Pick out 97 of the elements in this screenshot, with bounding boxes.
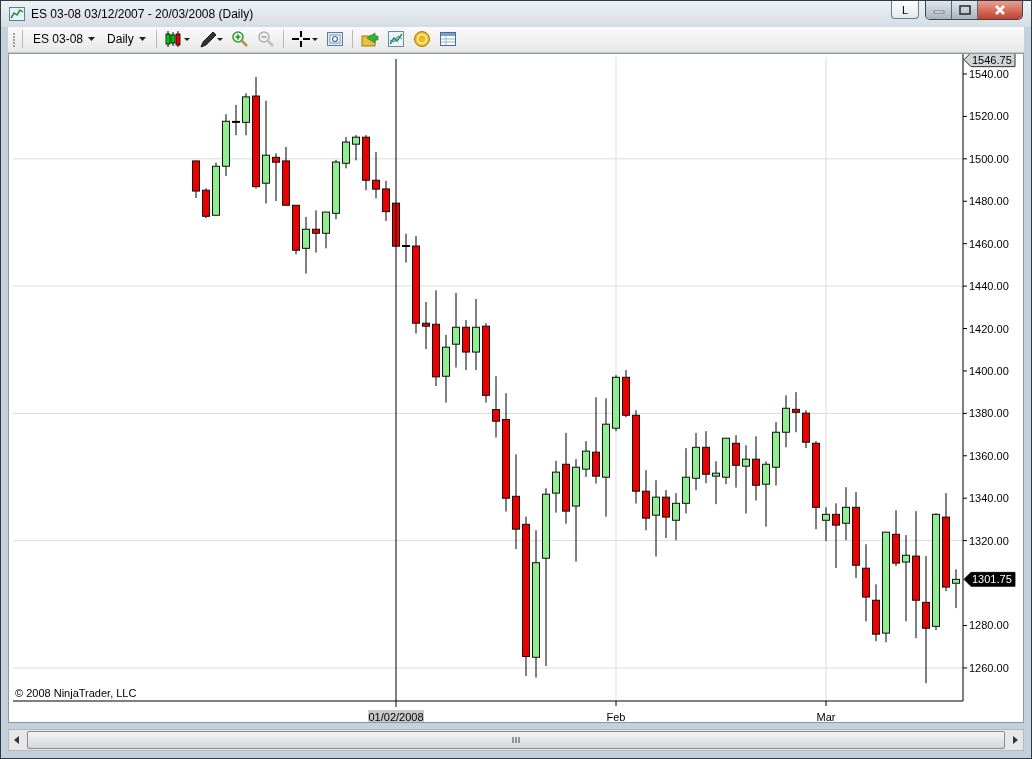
axis-label: 1360.00	[969, 449, 1009, 462]
candlestick	[552, 460, 560, 513]
scrollbar-thumb[interactable]	[27, 731, 1005, 750]
candlestick	[612, 374, 620, 432]
candlestick	[622, 369, 630, 418]
candlestick	[222, 113, 230, 177]
candlestick	[242, 92, 250, 136]
chart-icon	[9, 6, 25, 21]
crosshair-icon[interactable]	[291, 30, 318, 49]
candlestick	[702, 430, 710, 484]
candlestick	[762, 460, 770, 527]
candlestick	[682, 447, 690, 514]
candlestick	[442, 334, 450, 403]
candlestick	[322, 211, 330, 249]
candlestick	[732, 434, 740, 488]
axis-label: 1520.00	[969, 110, 1009, 123]
coin-icon[interactable]	[412, 30, 431, 49]
axis-label: Mar	[816, 710, 836, 723]
candlestick	[712, 460, 720, 505]
axis-label: 1460.00	[969, 237, 1009, 250]
candlestick	[362, 134, 370, 191]
candlestick	[202, 187, 210, 219]
axis-label: 1280.00	[969, 619, 1009, 632]
candlestick	[872, 583, 880, 642]
close-icon	[993, 5, 1007, 15]
link-button[interactable]: L	[891, 1, 919, 19]
candlestick	[282, 146, 290, 206]
price-marker-label: 1546.75	[963, 53, 1016, 67]
candlestick	[892, 509, 900, 567]
toolbar-grip-icon[interactable]	[12, 30, 16, 49]
candlestick	[952, 568, 960, 609]
candlestick	[312, 209, 320, 253]
candlestick	[492, 375, 500, 438]
grip-icon	[511, 737, 521, 744]
candlestick	[642, 469, 650, 531]
candlestick	[582, 440, 590, 478]
caret-icon	[138, 37, 146, 42]
table-icon[interactable]	[438, 30, 457, 49]
candlestick	[352, 134, 360, 161]
candlestick	[742, 444, 750, 514]
candlestick	[382, 180, 390, 222]
horizontal-scrollbar[interactable]	[8, 729, 1024, 751]
candlestick	[272, 152, 280, 202]
axis-label: 1380.00	[969, 407, 1009, 420]
candlestick	[692, 432, 700, 491]
candlestick	[662, 489, 670, 539]
candlestick	[192, 160, 200, 199]
axis-label: 1260.00	[969, 661, 1009, 674]
candlestick	[802, 409, 810, 449]
axis-label: 1400.00	[969, 364, 1009, 377]
pen-icon[interactable]	[198, 30, 223, 49]
crosshair-date-label: 01/02/2008	[368, 709, 424, 723]
instrument-dropdown[interactable]: ES 03-08	[29, 30, 100, 49]
candlestick	[752, 435, 760, 501]
zoom-in-icon[interactable]	[230, 30, 249, 49]
candlestick	[422, 301, 430, 350]
candlestick	[402, 233, 410, 263]
interval-dropdown[interactable]: Daily	[103, 30, 150, 49]
copyright-text: © 2008 NinjaTrader, LLC	[15, 686, 137, 699]
line-chart-icon[interactable]	[386, 30, 405, 49]
candlestick	[332, 159, 340, 220]
candlestick	[462, 319, 470, 371]
candlestick	[722, 437, 730, 485]
axis-label: 1440.00	[969, 279, 1009, 292]
axis-label: 1540.00	[969, 67, 1009, 80]
axis-label: 1320.00	[969, 534, 1009, 547]
axis-label: Feb	[606, 710, 626, 723]
candlestick	[232, 104, 240, 136]
candlestick	[212, 162, 220, 216]
axis-label: 1340.00	[969, 492, 1009, 505]
axis-label: 1420.00	[969, 322, 1009, 335]
close-button[interactable]	[978, 1, 1022, 19]
folder-arrow-icon[interactable]	[360, 30, 379, 49]
maximize-button[interactable]	[952, 1, 978, 19]
axis-label: 1500.00	[969, 152, 1009, 165]
candlestick	[792, 391, 800, 433]
candlestick	[292, 204, 300, 255]
candlestick	[302, 216, 310, 274]
axis-label: 1480.00	[969, 195, 1009, 208]
candlestick	[342, 136, 350, 169]
scroll-left-icon[interactable]	[13, 736, 21, 745]
candlestick	[672, 492, 680, 541]
minimize-button[interactable]	[926, 1, 952, 19]
maximize-icon	[958, 5, 971, 15]
candlestick	[372, 151, 380, 199]
data-box-icon[interactable]	[325, 30, 344, 49]
candlestick	[782, 394, 790, 448]
last-price-label: 1301.75	[963, 571, 1016, 587]
window-title: ES 03-08 03/12/2007 - 20/03/2008 (Daily)	[31, 6, 254, 21]
candlestick	[842, 486, 850, 541]
caret-icon	[88, 37, 96, 42]
candlestick	[392, 202, 400, 247]
candlestick	[832, 502, 840, 569]
candlestick	[822, 506, 830, 542]
candlestick	[772, 421, 780, 486]
candlestick-style-icon[interactable]	[164, 30, 191, 49]
scroll-right-icon[interactable]	[1011, 736, 1019, 745]
